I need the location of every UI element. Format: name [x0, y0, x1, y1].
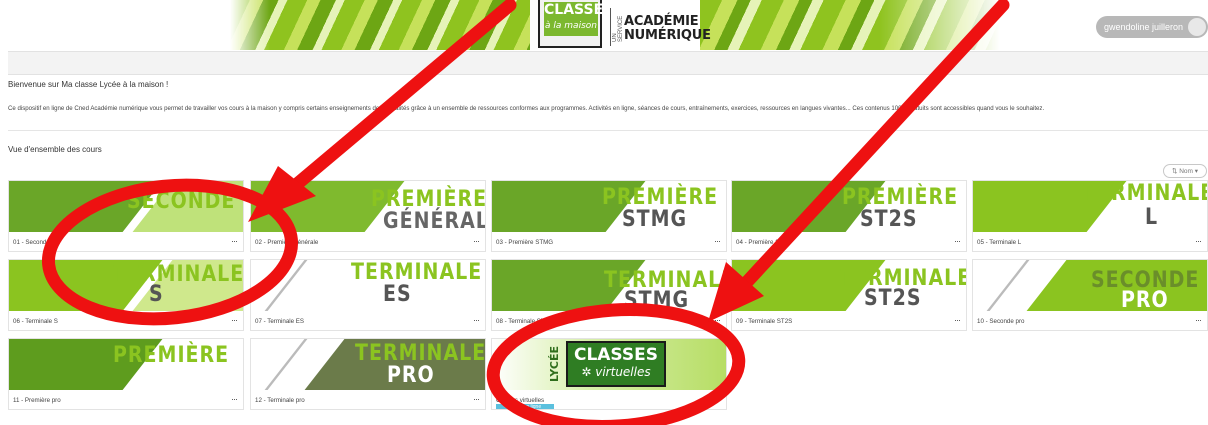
- course-label[interactable]: 02 - Première générale: [255, 239, 318, 246]
- course-image[interactable]: PREMIÈREGÉNÉRALE: [251, 181, 486, 233]
- course-title-line2: GÉNÉRALE: [383, 208, 485, 233]
- course-menu-icon[interactable]: ···: [473, 315, 480, 325]
- course-menu-icon[interactable]: ···: [231, 315, 238, 325]
- course-menu-icon[interactable]: ···: [231, 394, 238, 404]
- course-menu-icon[interactable]: ···: [473, 236, 480, 246]
- logo-classe-text: CLASSE à la maison: [544, 2, 603, 36]
- course-label[interactable]: 01 - Seconde: [13, 239, 50, 246]
- course-title-line2: STMG: [622, 206, 688, 232]
- course-title-line2: ES: [383, 281, 412, 307]
- course-title-line2: PRO: [1121, 287, 1169, 312]
- course-image[interactable]: PREMIÈRE PRO: [9, 339, 243, 390]
- course-label[interactable]: Classes virtuelles: [496, 397, 544, 404]
- course-image[interactable]: SECONDE: [9, 181, 243, 232]
- course-card[interactable]: TERMINALE ES 07 - Terminale ES ···: [250, 259, 486, 331]
- course-card[interactable]: SECONDE PRO 10 - Seconde pro ···: [972, 259, 1208, 331]
- course-image[interactable]: SECONDE PRO: [973, 260, 1207, 312]
- course-label[interactable]: 07 - Terminale ES: [255, 318, 304, 325]
- course-card[interactable]: TERMINALE L 05 - Terminale L ···: [972, 180, 1208, 252]
- course-title-line2: ST2S: [860, 206, 918, 232]
- section-title: Vue d'ensemble des cours: [8, 145, 102, 154]
- course-menu-icon[interactable]: ···: [1195, 236, 1202, 246]
- course-card[interactable]: PREMIÈRE ST2S 04 - Première ST2S ···: [731, 180, 967, 252]
- course-image[interactable]: TERMINALE S: [9, 260, 244, 311]
- course-image[interactable]: PREMIÈRE ST2S: [732, 181, 966, 232]
- course-card[interactable]: PREMIÈREGÉNÉRALE 02 - Première générale ··…: [250, 180, 486, 252]
- course-title-line1: TERMINALE: [113, 261, 244, 287]
- course-title-line2: L: [1145, 204, 1159, 230]
- course-image[interactable]: TERMINALE ES: [251, 260, 485, 311]
- course-menu-icon[interactable]: ···: [954, 236, 961, 246]
- course-card[interactable]: TERMINALE STMG 08 - Terminale STMG ···: [491, 259, 727, 331]
- description-text: Ce dispositif en ligne de Cned Académie …: [8, 105, 1045, 112]
- course-title-line2: S: [149, 281, 164, 307]
- course-title-line1: TERMINALE: [355, 340, 486, 366]
- divider: [8, 130, 1208, 131]
- course-badge: Cours en ligne: [496, 404, 554, 409]
- course-label[interactable]: 08 - Terminale STMG: [496, 318, 555, 325]
- header-banner: CLASSE à la maison UN SERVICE ACADÉMIE N…: [0, 0, 1208, 52]
- course-image[interactable]: TERMINALE L: [973, 181, 1208, 232]
- course-image[interactable]: TERMINALE STMG: [492, 260, 726, 312]
- course-title-line1: SECONDE: [127, 188, 236, 214]
- course-label[interactable]: 10 - Seconde pro: [977, 318, 1024, 325]
- course-image[interactable]: LYCÉE CLASSES ✲ virtuelles: [492, 339, 726, 390]
- logo-vertical-text: UN SERVICE: [612, 15, 624, 42]
- course-menu-icon[interactable]: ···: [473, 394, 480, 404]
- course-title-line2: ST2S: [864, 285, 922, 311]
- course-title-line1: TERMINALE: [351, 260, 483, 285]
- user-name: gwendoline juilleron: [1104, 22, 1184, 32]
- course-menu-icon[interactable]: ···: [954, 315, 961, 325]
- course-title-line2: ✲ virtuelles: [581, 365, 651, 379]
- course-label[interactable]: 05 - Terminale L: [977, 239, 1021, 246]
- course-label[interactable]: 04 - Première ST2S: [736, 239, 791, 246]
- course-title-line2: PRO: [149, 362, 197, 388]
- classe-maison-logo[interactable]: CLASSE à la maison: [538, 0, 603, 48]
- course-label[interactable]: 09 - Terminale ST2S: [736, 318, 792, 325]
- course-image[interactable]: PREMIÈRE STMG: [492, 181, 726, 232]
- course-image[interactable]: TERMINALE PRO: [251, 339, 486, 390]
- course-title-line1: TERMINALE: [1083, 181, 1208, 206]
- course-card[interactable]: PREMIÈRE STMG 03 - Première STMG ···: [491, 180, 727, 252]
- course-card[interactable]: LYCÉE CLASSES ✲ virtuelles Classes virtuell…: [491, 338, 727, 410]
- course-label[interactable]: 11 - Première pro: [13, 397, 61, 404]
- course-title-line2: STMG: [624, 287, 690, 312]
- course-menu-icon[interactable]: ···: [714, 315, 721, 325]
- course-title-line2: PRO: [387, 362, 435, 388]
- banner-graphic-right: [700, 0, 1000, 50]
- course-card[interactable]: TERMINALE S 06 - Terminale S ···: [8, 259, 244, 331]
- user-menu[interactable]: gwendoline juilleron: [1096, 16, 1208, 38]
- course-menu-icon[interactable]: ···: [1195, 315, 1202, 325]
- avatar: [1188, 18, 1206, 36]
- course-title-line1: PREMIÈRE: [371, 186, 486, 212]
- academie-numerique-logo: ACADÉMIE NUMÉRIQUE: [624, 14, 711, 43]
- course-card[interactable]: PREMIÈRE PRO 11 - Première pro ···: [8, 338, 244, 410]
- course-menu-icon[interactable]: ···: [714, 236, 721, 246]
- course-title-line1: PREMIÈRE: [602, 184, 719, 210]
- course-label[interactable]: 03 - Première STMG: [496, 239, 553, 246]
- course-card[interactable]: TERMINALE PRO 12 - Terminale pro ···: [250, 338, 486, 410]
- course-image[interactable]: TERMINALE ST2S: [732, 260, 966, 311]
- course-title-line1: CLASSES: [573, 345, 659, 365]
- course-label[interactable]: 12 - Terminale pro: [255, 397, 305, 404]
- course-label[interactable]: 06 - Terminale S: [13, 318, 58, 325]
- sort-dropdown[interactable]: ⇅ Nom ▾: [1163, 164, 1207, 178]
- course-card[interactable]: TERMINALE ST2S 09 - Terminale ST2S ···: [731, 259, 967, 331]
- navigation-bar: [8, 51, 1208, 75]
- course-menu-icon[interactable]: ···: [231, 236, 238, 246]
- course-card[interactable]: SECONDE 01 - Seconde ···: [8, 180, 244, 252]
- course-vertical-label: LYCÉE: [548, 346, 561, 382]
- logo-separator: [610, 8, 611, 46]
- banner-graphic-left: [230, 0, 530, 50]
- course-title-line1: PREMIÈRE: [842, 184, 959, 210]
- welcome-text: Bienvenue sur Ma classe Lycée à la maiso…: [8, 80, 169, 89]
